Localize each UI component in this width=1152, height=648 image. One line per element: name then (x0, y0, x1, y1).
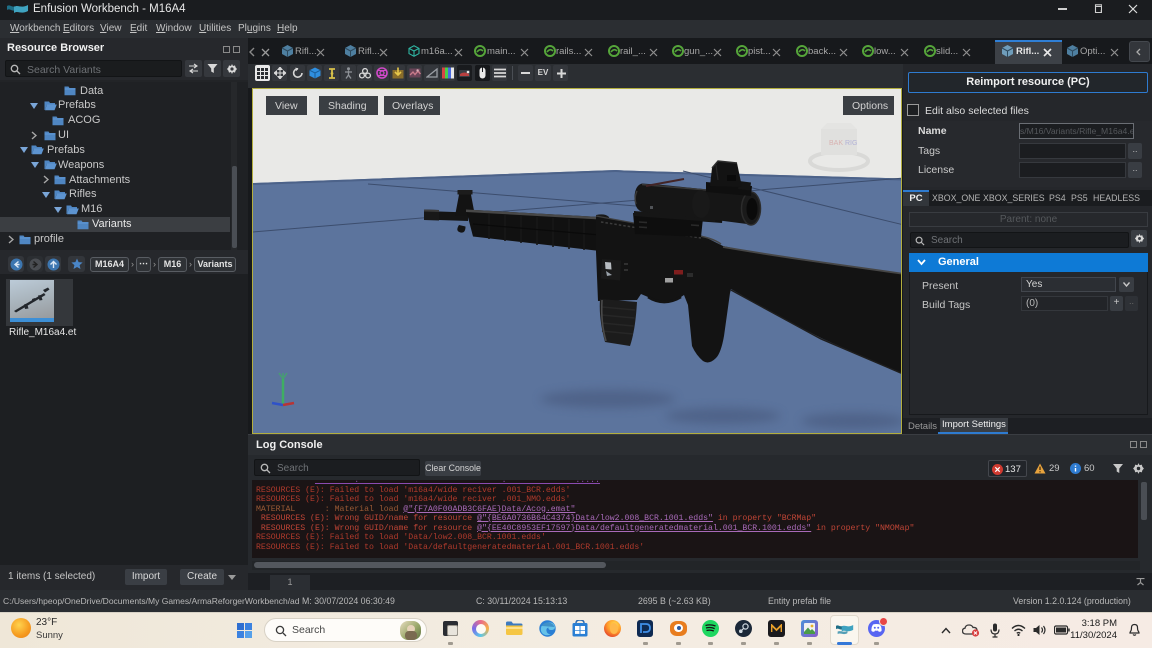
svg-text:RIG: RIG (845, 140, 857, 147)
svg-text:BAK: BAK (829, 140, 843, 147)
svg-text:Overlays: Overlays (392, 100, 433, 112)
svg-text:Shading: Shading (328, 100, 367, 112)
svg-text:View: View (275, 100, 298, 112)
svg-text:Options: Options (852, 100, 888, 112)
